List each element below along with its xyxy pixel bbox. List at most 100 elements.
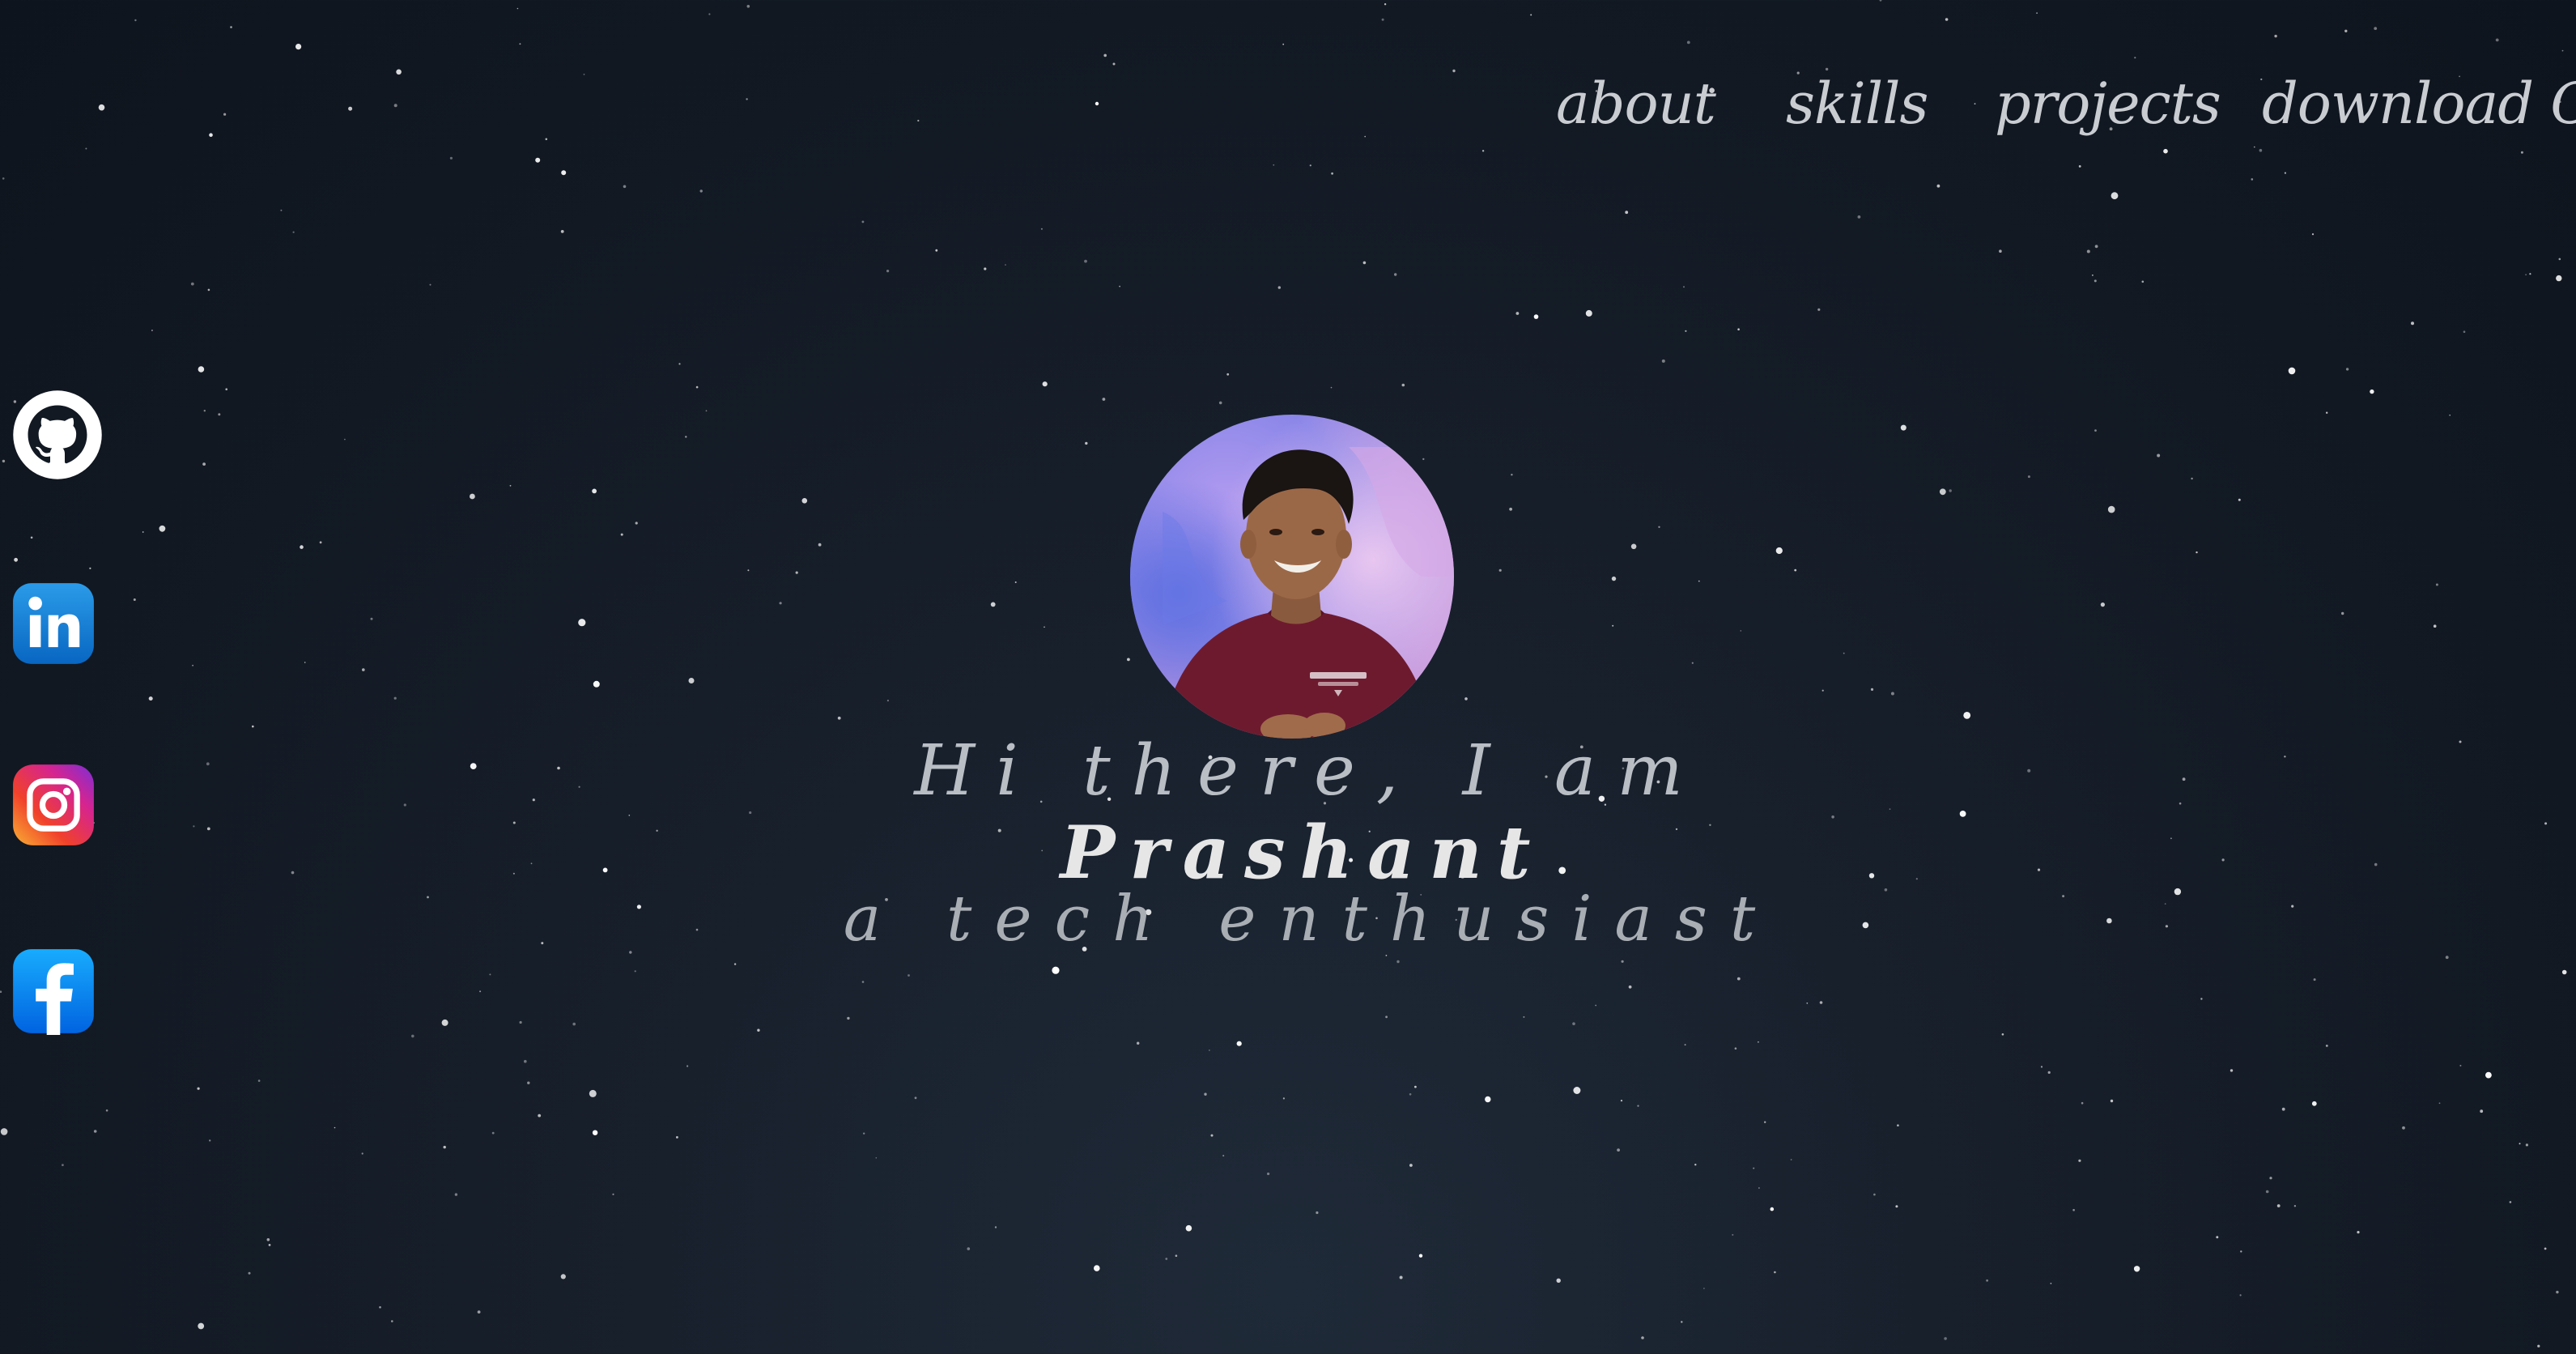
star <box>592 1130 598 1135</box>
star <box>2047 1071 2051 1074</box>
star <box>1222 1155 1225 1157</box>
star <box>2081 1101 2084 1105</box>
star <box>1703 1288 1705 1289</box>
star <box>967 1247 971 1250</box>
star <box>2345 368 2349 371</box>
star <box>1686 40 1690 45</box>
star <box>908 974 910 977</box>
star <box>202 462 206 466</box>
github-link[interactable] <box>11 389 104 481</box>
star <box>1084 259 1087 263</box>
star <box>1949 489 1952 492</box>
star <box>1175 1254 1178 1257</box>
star <box>203 410 206 412</box>
star <box>2445 956 2449 960</box>
star <box>676 1136 678 1139</box>
star <box>1641 1336 1644 1339</box>
star <box>2094 279 2097 283</box>
star <box>795 571 798 574</box>
nav-projects-link[interactable]: projects <box>1995 70 2221 138</box>
star <box>2036 12 2038 14</box>
star <box>1897 1124 1899 1126</box>
star <box>1628 985 1632 989</box>
facebook-link[interactable] <box>11 947 96 1035</box>
star <box>1331 172 1333 175</box>
star <box>1362 261 1367 265</box>
star <box>2433 624 2437 628</box>
star <box>2370 389 2374 394</box>
star <box>1464 697 1468 700</box>
star <box>1758 1041 1759 1043</box>
star <box>2525 1143 2528 1147</box>
star <box>1498 568 1502 572</box>
star <box>159 525 166 532</box>
star <box>861 981 865 983</box>
profile-avatar <box>1130 415 1454 739</box>
star <box>2 459 6 463</box>
star <box>1732 1233 1734 1236</box>
star <box>886 270 890 273</box>
star <box>2078 165 2081 168</box>
star <box>1900 424 1906 431</box>
star <box>2239 1294 2242 1297</box>
star <box>209 1139 211 1142</box>
star <box>477 1310 481 1314</box>
star <box>252 725 254 728</box>
star <box>230 26 232 28</box>
star <box>2040 1066 2043 1068</box>
star <box>1209 1050 1210 1051</box>
star <box>89 567 91 569</box>
star <box>847 1016 850 1020</box>
nav-download-cv-link[interactable]: download CV <box>2262 70 2576 138</box>
star <box>2519 1143 2521 1145</box>
star <box>635 522 638 525</box>
star <box>914 1096 917 1100</box>
star <box>1267 1172 1270 1176</box>
star <box>1625 211 1629 215</box>
star <box>1595 1004 1597 1007</box>
star <box>634 970 636 973</box>
star <box>1119 285 1120 287</box>
star <box>1040 228 1043 230</box>
star <box>1684 1044 1686 1046</box>
star <box>30 536 33 539</box>
star <box>1384 2 1387 6</box>
star <box>688 678 695 683</box>
star <box>2435 583 2438 586</box>
star <box>572 1022 576 1026</box>
star <box>1734 1047 1737 1050</box>
star <box>524 1059 527 1063</box>
star <box>361 1152 363 1155</box>
nav-about-link[interactable]: about <box>1556 70 1716 138</box>
star <box>1621 960 1624 963</box>
star <box>1895 1205 1898 1208</box>
star <box>578 619 586 627</box>
hero-tagline: a tech enthusiast <box>843 883 1779 956</box>
star <box>1790 1159 1792 1160</box>
star <box>2191 477 2193 480</box>
star <box>863 1132 865 1135</box>
star <box>2 177 5 180</box>
star <box>2357 1231 2360 1234</box>
star <box>1511 474 1513 476</box>
star <box>489 973 491 976</box>
star <box>2196 551 2198 554</box>
star <box>2111 192 2119 200</box>
star <box>1236 1041 1242 1046</box>
linkedin-link[interactable] <box>11 581 96 666</box>
star <box>1282 43 1285 45</box>
star <box>620 533 623 536</box>
star <box>2313 978 2316 981</box>
star <box>1401 383 1405 387</box>
star <box>779 602 782 605</box>
star <box>344 438 346 441</box>
star <box>443 1145 446 1149</box>
star <box>14 557 18 562</box>
nav-skills-link[interactable]: skills <box>1786 70 1928 138</box>
star <box>1963 712 1971 719</box>
star <box>1094 1265 1100 1271</box>
star <box>441 1019 448 1026</box>
star <box>2561 969 2567 975</box>
star <box>479 990 482 993</box>
star <box>746 5 750 8</box>
